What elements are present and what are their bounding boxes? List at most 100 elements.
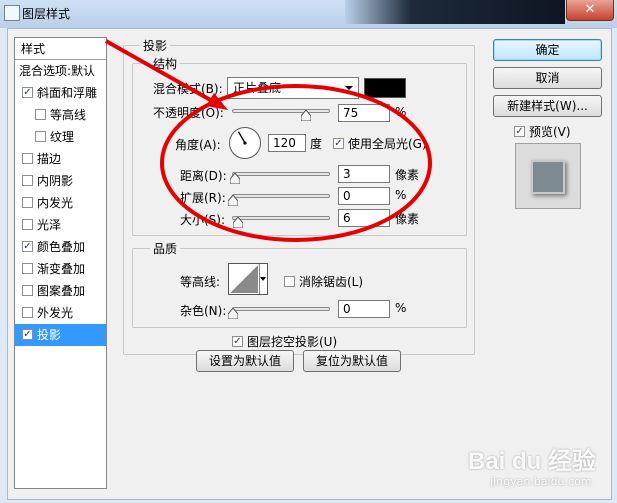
opacity-unit: % [395, 105, 407, 119]
shadow-color-swatch[interactable] [364, 78, 406, 98]
style-item-checkbox[interactable] [35, 109, 46, 120]
style-item-label: 投影 [37, 328, 62, 342]
style-item[interactable]: 纹理 [15, 126, 106, 148]
style-item[interactable]: 内阴影 [15, 170, 106, 192]
style-item-label: 纹理 [50, 130, 75, 144]
spread-slider-thumb[interactable] [228, 195, 238, 206]
contour-preview-icon [230, 265, 258, 293]
style-item[interactable]: 渐变叠加 [15, 258, 106, 280]
noise-slider[interactable] [232, 307, 330, 311]
chevron-down-icon [345, 86, 353, 90]
style-item-checkbox[interactable]: ✓ [22, 241, 33, 252]
title-bar: 图层样式 ✕ [0, 0, 617, 28]
size-unit: 像素 [395, 212, 420, 226]
opacity-input[interactable]: 75 [338, 104, 390, 122]
distance-slider-thumb[interactable] [230, 173, 240, 184]
blend-mode-label: 混合模式(B): [153, 82, 223, 96]
watermark-url: jingyan.baidu.com [490, 475, 592, 488]
quality-group-title: 品质 [150, 240, 181, 257]
style-item-label: 等高线 [50, 108, 87, 122]
style-item-checkbox[interactable]: ✓ [22, 87, 33, 98]
global-light-checkbox[interactable]: ✓ [333, 138, 344, 149]
style-item[interactable]: 内发光 [15, 192, 106, 214]
angle-dial[interactable] [228, 126, 262, 160]
contour-picker[interactable] [228, 263, 268, 295]
noise-input[interactable]: 0 [338, 300, 390, 318]
anti-alias-checkbox[interactable] [284, 276, 295, 287]
anti-alias-label: 消除锯齿(L) [299, 275, 364, 289]
window-icon [4, 5, 20, 21]
distance-slider[interactable] [232, 172, 330, 176]
spread-slider[interactable] [232, 194, 330, 198]
knockout-checkbox[interactable]: ✓ [232, 336, 243, 347]
title-bar-background [345, 0, 565, 24]
ok-button[interactable]: 确定 [493, 39, 602, 61]
style-item[interactable]: 光泽 [15, 214, 106, 236]
style-item[interactable]: 等高线 [15, 104, 106, 126]
distance-unit: 像素 [395, 168, 420, 182]
style-item-label: 颜色叠加 [37, 240, 86, 254]
preview-checkbox[interactable]: ✓ [514, 126, 525, 137]
style-item[interactable]: ✓ 斜面和浮雕 [15, 82, 106, 104]
preview-label: 预览(V) [529, 125, 571, 139]
style-item[interactable]: ✓ 投影 [15, 324, 106, 346]
knockout-label: 图层挖空投影(U) [247, 335, 338, 349]
spread-input[interactable]: 0 [338, 187, 390, 205]
close-button[interactable]: ✕ [566, 0, 614, 21]
angle-unit: 度 [310, 137, 323, 151]
style-item-checkbox[interactable] [22, 197, 33, 208]
noise-unit: % [395, 301, 407, 315]
style-item-label: 外发光 [37, 306, 74, 320]
opacity-label: 不透明度(O): [153, 106, 224, 120]
make-default-button[interactable]: 设置为默认值 [196, 350, 294, 372]
blend-mode-value: 正片叠底 [233, 81, 282, 95]
style-item-checkbox[interactable] [22, 153, 33, 164]
spread-unit: % [395, 188, 407, 202]
new-style-button[interactable]: 新建样式(W)... [493, 95, 602, 117]
size-input[interactable]: 6 [338, 209, 390, 227]
style-item-checkbox[interactable] [22, 307, 33, 318]
reset-default-button[interactable]: 复位为默认值 [303, 350, 401, 372]
style-item-checkbox[interactable] [22, 285, 33, 296]
style-item-checkbox[interactable]: ✓ [22, 329, 33, 340]
size-slider[interactable] [232, 216, 330, 220]
contour-label: 等高线: [180, 275, 221, 289]
blend-mode-select[interactable]: 正片叠底 [227, 77, 359, 99]
anti-alias-toggle[interactable]: 消除锯齿(L) [284, 273, 363, 290]
style-preview-thumbnail [515, 143, 581, 209]
distance-label: 距离(D): [180, 169, 227, 183]
style-item[interactable]: ✓ 颜色叠加 [15, 236, 106, 258]
style-item-checkbox[interactable] [22, 219, 33, 230]
style-item[interactable]: 混合选项:默认 [15, 60, 106, 82]
style-item-label: 描边 [37, 152, 62, 166]
contour-chevron-down-icon [260, 277, 266, 281]
angle-input[interactable]: 120 [268, 134, 306, 152]
opacity-slider[interactable] [232, 109, 330, 113]
global-light-label: 使用全局光(G) [348, 137, 427, 151]
window-title: 图层样式 [22, 7, 71, 21]
style-item-checkbox[interactable] [22, 175, 33, 186]
preview-toggle[interactable]: ✓ 预览(V) [514, 123, 571, 140]
cancel-button[interactable]: 取消 [493, 67, 602, 89]
style-item[interactable]: 外发光 [15, 302, 106, 324]
styles-list-header[interactable]: 样式 [15, 38, 106, 60]
style-item-label: 图案叠加 [37, 284, 86, 298]
size-slider-thumb[interactable] [233, 217, 243, 228]
style-item[interactable]: 描边 [15, 148, 106, 170]
style-item-label: 内阴影 [37, 174, 74, 188]
structure-group-title: 结构 [150, 55, 181, 72]
style-item-label: 混合选项:默认 [19, 64, 96, 78]
style-item-checkbox[interactable] [35, 131, 46, 142]
noise-label: 杂色(N): [180, 304, 227, 318]
style-item-label: 渐变叠加 [37, 262, 86, 276]
spread-label: 扩展(R): [180, 191, 226, 205]
opacity-slider-thumb[interactable] [300, 110, 311, 121]
noise-slider-thumb[interactable] [228, 308, 238, 319]
watermark-brand: Bai du 经验 [468, 448, 597, 475]
style-item[interactable]: 图案叠加 [15, 280, 106, 302]
knockout-toggle[interactable]: ✓ 图层挖空投影(U) [232, 333, 337, 350]
style-item-checkbox[interactable] [22, 263, 33, 274]
global-light-toggle[interactable]: ✓ 使用全局光(G) [333, 135, 427, 152]
style-item-label: 内发光 [37, 196, 74, 210]
distance-input[interactable]: 3 [338, 165, 390, 183]
